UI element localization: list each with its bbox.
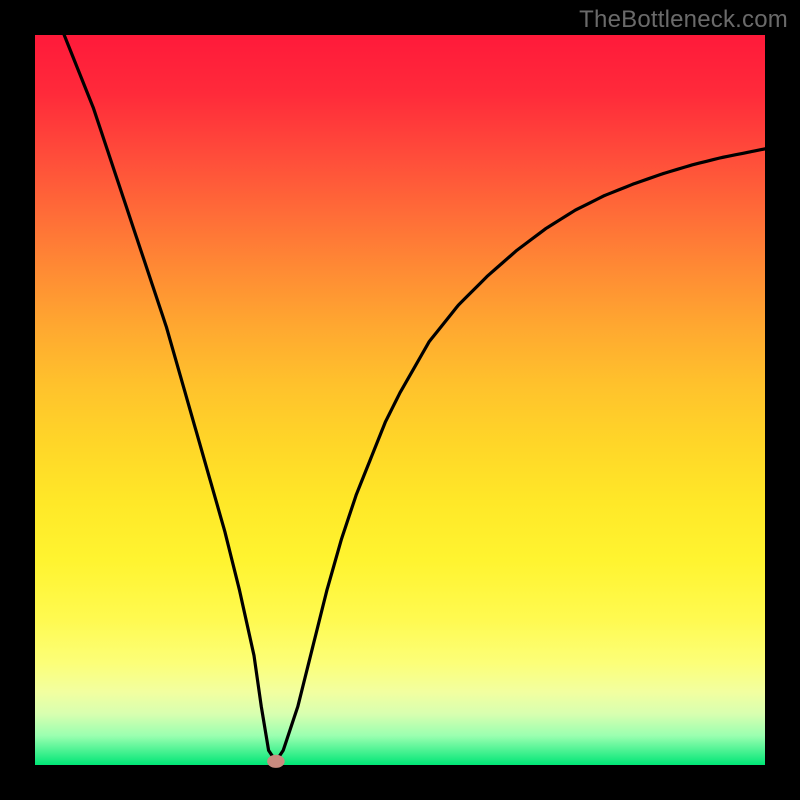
minimum-marker — [267, 755, 285, 768]
watermark-text: TheBottleneck.com — [579, 6, 788, 34]
bottleneck-curve — [35, 35, 765, 765]
chart-frame: TheBottleneck.com — [0, 0, 800, 800]
plot-area — [35, 35, 765, 765]
